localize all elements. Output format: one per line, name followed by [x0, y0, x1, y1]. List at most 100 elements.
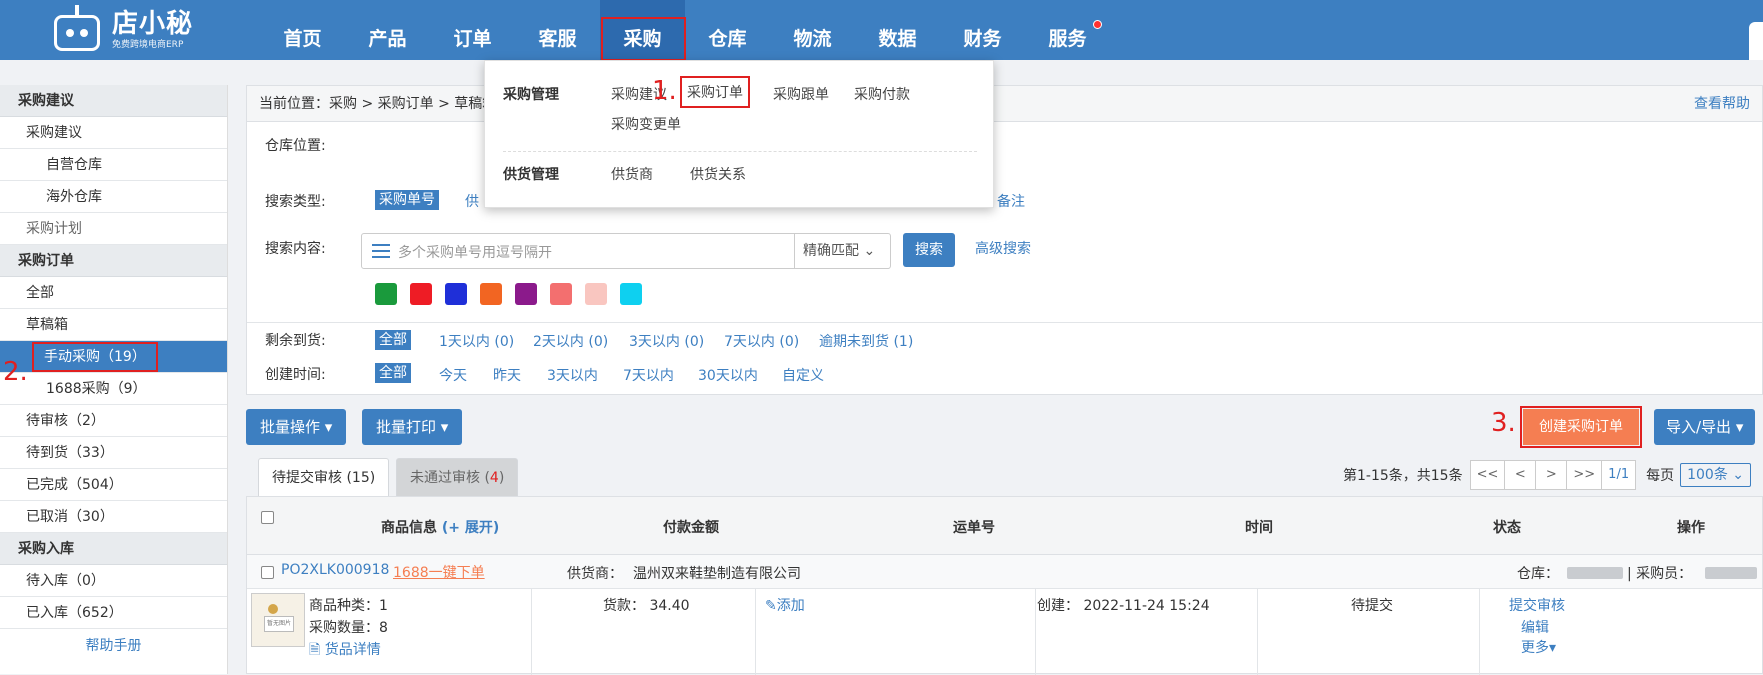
next-page-button[interactable]: > — [1535, 460, 1568, 490]
sidebar-item-to-inbound[interactable]: 待入库（0） — [0, 565, 227, 597]
order-checkbox[interactable] — [261, 566, 274, 579]
nav-finance[interactable]: 财务 — [940, 0, 1025, 60]
sidebar-section-suggestion: 采购建议 — [0, 85, 227, 117]
match-mode-select[interactable]: 精确匹配 ⌄ — [794, 234, 890, 268]
expand-link[interactable]: (+ 展开) — [442, 520, 499, 536]
sidebar-item-overseas-warehouse[interactable]: 海外仓库 — [0, 181, 227, 213]
nav-data[interactable]: 数据 — [855, 0, 940, 60]
color-swatch[interactable] — [480, 283, 502, 305]
sidebar-item-completed[interactable]: 已完成（504） — [0, 469, 227, 501]
created-time-label: 创建时间: — [265, 367, 326, 383]
batch-operation-button[interactable]: 批量操作 ▾ — [246, 409, 347, 445]
annotation-1: 1. — [652, 76, 677, 106]
purchase-order-table: 商品信息 (+ 展开) 付款金额 运单号 时间 状态 操作 PO2XLK0009… — [246, 496, 1763, 675]
remain-7day[interactable]: 7天以内 (0) — [724, 331, 799, 351]
buyer-label: | 采购员： — [1627, 566, 1693, 582]
created-yesterday[interactable]: 昨天 — [493, 365, 521, 385]
per-page-label: 每页 — [1646, 468, 1675, 484]
search-type-remark[interactable]: 备注 — [997, 191, 1025, 211]
warehouse-label: 仓库位置: — [265, 138, 326, 154]
sidebar-item-inbounded[interactable]: 已入库（652） — [0, 597, 227, 629]
page-indicator[interactable]: 1/1 — [1601, 460, 1637, 490]
search-input[interactable]: 多个采购单号用逗号隔开 精确匹配 ⌄ — [361, 233, 891, 269]
sidebar-item-plan[interactable]: 采购计划 — [0, 213, 227, 245]
menu-item-payment[interactable]: 采购付款 — [854, 84, 910, 104]
remain-3day[interactable]: 3天以内 (0) — [629, 331, 704, 351]
tab-rejected-label: 未通过审核 ( — [410, 470, 490, 486]
nav-orders[interactable]: 订单 — [430, 0, 515, 60]
color-swatch[interactable] — [550, 283, 572, 305]
color-swatch[interactable] — [620, 283, 642, 305]
first-page-button[interactable]: << — [1469, 460, 1506, 490]
nav-products[interactable]: 产品 — [345, 0, 430, 60]
import-export-button[interactable]: 导入/导出 ▾ — [1654, 409, 1756, 445]
menu-item-suppliers[interactable]: 供货商 — [611, 164, 653, 184]
goods-detail-link[interactable]: 🗎 货品详情 — [309, 639, 381, 663]
remain-2day[interactable]: 2天以内 (0) — [533, 331, 608, 351]
edit-link[interactable]: 编辑 — [1521, 617, 1549, 637]
batch-print-button[interactable]: 批量打印 ▾ — [362, 409, 463, 445]
tab-rejected[interactable]: 未通过审核 (4) — [396, 458, 519, 496]
help-manual-link[interactable]: 帮助手册 — [0, 629, 227, 659]
nav-customer-service[interactable]: 客服 — [515, 0, 600, 60]
sidebar-item-drafts[interactable]: 草稿箱 — [0, 309, 227, 341]
menu-item-change-order[interactable]: 采购变更单 — [611, 114, 681, 134]
order-number-link[interactable]: PO2XLK000918 — [281, 562, 389, 578]
submit-review-link[interactable]: 提交审核 — [1509, 595, 1565, 615]
select-all-checkbox[interactable] — [261, 511, 274, 524]
help-link[interactable]: 查看帮助 — [1694, 86, 1750, 122]
menu-item-supply-relation[interactable]: 供货关系 — [690, 164, 746, 184]
nav-home[interactable]: 首页 — [260, 0, 345, 60]
sidebar: 采购建议 采购建议 自营仓库 海外仓库 采购计划 采购订单 全部 草稿箱 手动采… — [0, 85, 228, 674]
menu-item-purchase-order[interactable]: 采购订单 — [680, 76, 750, 108]
remain-all[interactable]: 全部 — [375, 330, 411, 350]
created-30days[interactable]: 30天以内 — [698, 365, 758, 385]
one-click-order-link[interactable]: 1688一键下单 — [393, 562, 485, 582]
search-type-po-number[interactable]: 采购单号 — [375, 190, 439, 210]
remain-overdue[interactable]: 逾期未到货 (1) — [819, 331, 913, 351]
tab-pending-submit[interactable]: 待提交审核 (15) — [258, 458, 390, 496]
color-swatch[interactable] — [515, 283, 537, 305]
search-content-label: 搜索内容: — [265, 241, 326, 257]
sidebar-item-1688[interactable]: 1688采购（9） — [0, 373, 227, 405]
sidebar-item-cancelled[interactable]: 已取消（30） — [0, 501, 227, 533]
search-type-supplier[interactable]: 供 — [465, 191, 479, 211]
created-all[interactable]: 全部 — [375, 363, 411, 383]
created-today[interactable]: 今天 — [439, 365, 467, 385]
col-goods: 商品信息 (+ 展开) — [381, 517, 499, 537]
prev-page-button[interactable]: < — [1504, 460, 1537, 490]
tab-rejected-end: ) — [498, 470, 505, 486]
sidebar-item-pending-review[interactable]: 待审核（2） — [0, 405, 227, 437]
color-swatch[interactable] — [375, 283, 397, 305]
search-button[interactable]: 搜索 — [903, 233, 955, 267]
sidebar-item-own-warehouse[interactable]: 自营仓库 — [0, 149, 227, 181]
remain-1day[interactable]: 1天以内 (0) — [439, 331, 514, 351]
sidebar-item-awaiting-arrival[interactable]: 待到货（33） — [0, 437, 227, 469]
create-purchase-order-button[interactable]: 创建采购订单 — [1520, 406, 1642, 448]
table-header: 商品信息 (+ 展开) 付款金额 运单号 时间 状态 操作 — [247, 497, 1762, 555]
app-logo[interactable]: 店小秘 免费跨境电商ERP — [48, 4, 193, 56]
product-thumbnail[interactable]: 暂无图片 — [251, 593, 305, 647]
sidebar-item-all[interactable]: 全部 — [0, 277, 227, 309]
nav-warehouse[interactable]: 仓库 — [685, 0, 770, 60]
add-tracking-link[interactable]: ✎添加 — [765, 595, 805, 615]
nav-purchase[interactable]: 采购 — [600, 0, 686, 61]
nav-logistics[interactable]: 物流 — [770, 0, 855, 60]
user-avatar[interactable] — [1749, 22, 1763, 60]
created-3days[interactable]: 3天以内 — [547, 365, 598, 385]
created-custom[interactable]: 自定义 — [782, 365, 824, 385]
per-page-select[interactable]: 100条 ⌄ — [1680, 463, 1751, 487]
menu-item-follow-up[interactable]: 采购跟单 — [773, 84, 829, 104]
created-7days[interactable]: 7天以内 — [623, 365, 674, 385]
sidebar-item-suggestion[interactable]: 采购建议 — [0, 117, 227, 149]
color-swatch[interactable] — [585, 283, 607, 305]
col-goods-label: 商品信息 — [381, 520, 437, 536]
nav-services[interactable]: 服务 — [1025, 0, 1110, 60]
advanced-search-link[interactable]: 高级搜索 — [975, 238, 1031, 258]
last-page-button[interactable]: >> — [1566, 460, 1603, 490]
menu-group-supply-mgmt: 供货管理 — [503, 167, 559, 183]
more-dropdown[interactable]: 更多▾ — [1521, 637, 1556, 657]
sidebar-item-manual-purchase[interactable]: 手动采购（19） — [0, 341, 227, 373]
color-swatch[interactable] — [445, 283, 467, 305]
color-swatch[interactable] — [410, 283, 432, 305]
